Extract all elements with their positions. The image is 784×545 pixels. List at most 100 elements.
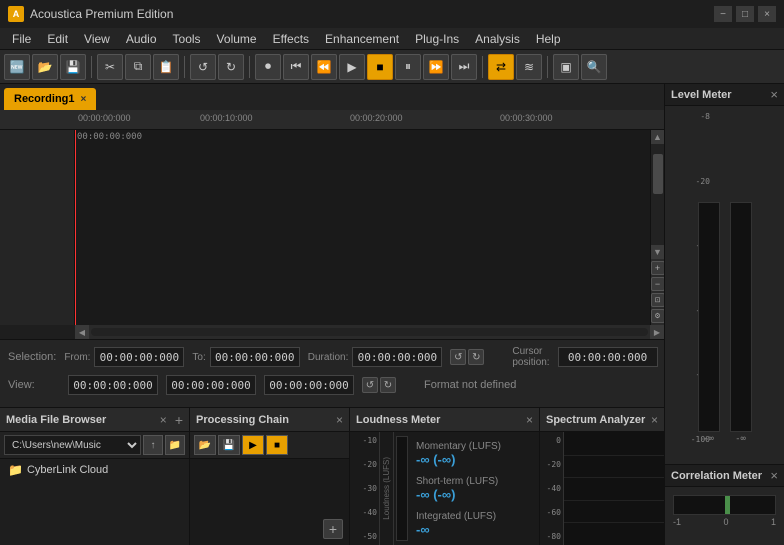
view-to-input[interactable] (166, 375, 256, 395)
zoom-out-minus[interactable]: − (651, 277, 665, 291)
media-browser-close[interactable]: × (160, 413, 167, 427)
menu-view[interactable]: View (76, 30, 118, 48)
menu-volume[interactable]: Volume (209, 30, 265, 48)
minimize-button[interactable]: − (714, 6, 732, 22)
chain-save-btn[interactable]: 💾 (218, 435, 240, 455)
selection-row: Selection: From: To: Duration: ↺ (8, 344, 656, 370)
zoom-fit[interactable]: ⊡ (651, 293, 665, 307)
chain-open-btn[interactable]: 📂 (194, 435, 216, 455)
integrated-value: -∞ (416, 522, 533, 537)
zoom-in-plus[interactable]: + (651, 261, 665, 275)
path-up-button[interactable]: ↑ (143, 435, 163, 455)
scroll-right-arrow[interactable]: ▶ (650, 325, 664, 339)
chain-stop-btn[interactable]: ■ (266, 435, 288, 455)
spectrum-close[interactable]: × (651, 413, 658, 427)
loudness-meter-close[interactable]: × (526, 413, 533, 427)
scroll-track-vertical[interactable] (651, 144, 665, 245)
track-tabs: Recording1 × (0, 84, 664, 110)
time-display: 00:00:00:000 (77, 132, 142, 142)
path-dropdown[interactable]: C:\Users\new\Music (4, 435, 141, 455)
level-meter-close[interactable]: × (770, 88, 778, 101)
selection-duration-input[interactable] (352, 347, 442, 367)
waveform-canvas[interactable]: 00:00:00:000 (75, 130, 650, 325)
media-browser-add[interactable]: + (175, 412, 183, 428)
sync-button[interactable]: ≋ (516, 54, 542, 80)
media-browser-title: Media File Browser (6, 414, 106, 426)
cut-button[interactable]: ✂ (97, 54, 123, 80)
mix-button[interactable]: ▣ (553, 54, 579, 80)
time-marker-2: 00:00:20:000 (350, 113, 403, 123)
view-from-input[interactable] (68, 375, 158, 395)
record-button[interactable]: ⏺ (255, 54, 281, 80)
recording1-tab[interactable]: Recording1 × (4, 88, 96, 110)
corr-fill (725, 496, 730, 514)
cyberlink-cloud-item[interactable]: 📁 CyberLink Cloud (0, 459, 189, 481)
copy-button[interactable]: ⧉ (125, 54, 151, 80)
time-marker-3: 00:00:30:000 (500, 113, 553, 123)
paste-button[interactable]: 📋 (153, 54, 179, 80)
menu-tools[interactable]: Tools (165, 30, 209, 48)
loudness-content: -10 -20 -30 -40 -50 Loudness (LUFS) Mome… (350, 432, 539, 545)
goto-end-button[interactable]: ⏭ (451, 54, 477, 80)
search-button[interactable]: 🔍 (581, 54, 607, 80)
meter-bar-right (730, 202, 752, 432)
track-editor: 00:00:00:000 00:00:10:000 00:00:20:000 0… (0, 110, 664, 407)
rewind-button[interactable]: ⏪ (311, 54, 337, 80)
new-button[interactable]: 🆕 (4, 54, 30, 80)
view-redo-button[interactable]: ↻ (380, 377, 396, 393)
corr-labels: -1 0 1 (673, 517, 776, 527)
scroll-down-arrow[interactable]: ▼ (651, 245, 665, 259)
sel-undo-button[interactable]: ↺ (450, 349, 466, 365)
menubar: File Edit View Audio Tools Volume Effect… (0, 28, 784, 50)
menu-file[interactable]: File (4, 30, 39, 48)
scroll-up-arrow[interactable]: ▲ (651, 130, 665, 144)
view-undo-button[interactable]: ↺ (362, 377, 378, 393)
view-from-group (68, 375, 158, 395)
processing-chain-close[interactable]: × (336, 413, 343, 427)
loop-button[interactable]: ⇄ (488, 54, 514, 80)
pause-button[interactable]: ⏸ (395, 54, 421, 80)
right-panel: Level Meter × -8 -20 -40 -60 -80 -100 -∞ (664, 84, 784, 545)
save-button[interactable]: 💾 (60, 54, 86, 80)
menu-plugins[interactable]: Plug-Ins (407, 30, 467, 48)
scroll-track-horizontal[interactable] (91, 328, 648, 336)
zoom-settings[interactable]: ⚙ (651, 309, 665, 323)
menu-analysis[interactable]: Analysis (467, 30, 528, 48)
menu-effects[interactable]: Effects (265, 30, 317, 48)
selection-to-input[interactable] (210, 347, 300, 367)
close-button[interactable]: × (758, 6, 776, 22)
fast-forward-button[interactable]: ⏩ (423, 54, 449, 80)
playhead (75, 130, 76, 325)
loudness-bar (396, 436, 408, 541)
media-browser-panel: Media File Browser × + C:\Users\new\Musi… (0, 408, 190, 545)
menu-audio[interactable]: Audio (118, 30, 165, 48)
meter-channel-left: -∞ (698, 202, 720, 444)
selection-from-input[interactable] (94, 347, 184, 367)
goto-start-button[interactable]: ⏮ (283, 54, 309, 80)
meter-channel-right: -∞ (730, 202, 752, 444)
chain-play-btn[interactable]: ▶ (242, 435, 264, 455)
path-folder-button[interactable]: 📁 (165, 435, 185, 455)
corr-meter-close[interactable]: × (770, 469, 778, 482)
menu-edit[interactable]: Edit (39, 30, 76, 48)
open-button[interactable]: 📂 (32, 54, 58, 80)
menu-help[interactable]: Help (528, 30, 569, 48)
lufs-text: Loudness (LUFS) (382, 457, 391, 520)
sel-redo-button[interactable]: ↻ (468, 349, 484, 365)
play-button[interactable]: ▶ (339, 54, 365, 80)
spectrum-grid-1 (564, 455, 664, 456)
menu-enhancement[interactable]: Enhancement (317, 30, 407, 48)
folder-icon: 📁 (8, 463, 23, 477)
scroll-left-arrow[interactable]: ◀ (75, 325, 89, 339)
undo-button[interactable]: ↺ (190, 54, 216, 80)
cursor-pos-input[interactable] (558, 347, 658, 367)
stop-button[interactable]: ■ (367, 54, 393, 80)
duration-label: Duration: (308, 352, 349, 363)
maximize-button[interactable]: □ (736, 6, 754, 22)
redo-button[interactable]: ↻ (218, 54, 244, 80)
scroll-thumb-vertical[interactable] (653, 154, 663, 194)
close-tab-icon[interactable]: × (81, 94, 87, 105)
bottom-panels: Media File Browser × + C:\Users\new\Musi… (0, 407, 664, 545)
view-duration-input[interactable] (264, 375, 354, 395)
chain-add-button[interactable]: + (323, 519, 343, 539)
